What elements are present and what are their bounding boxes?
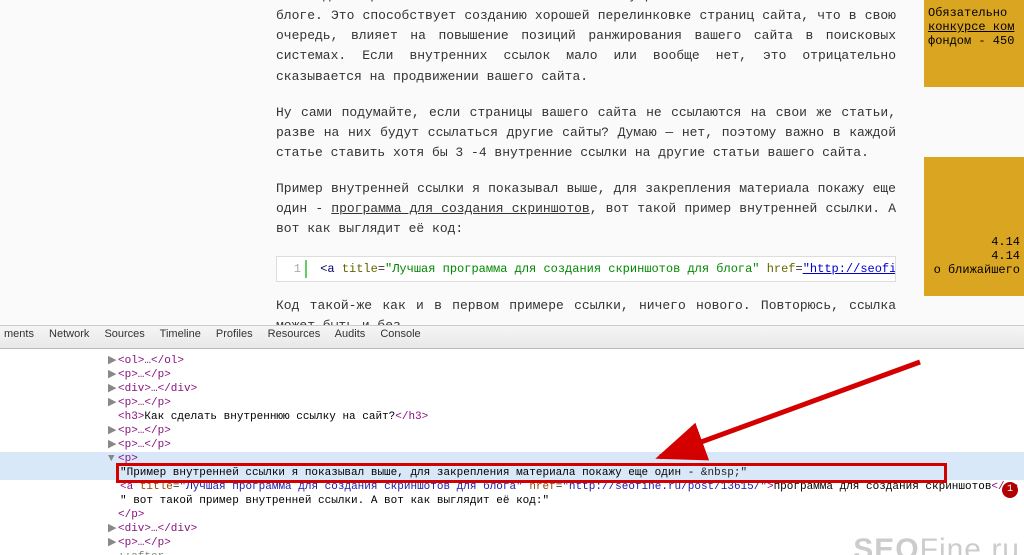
- dom-string: "Лучшая программа для создания скриншото…: [179, 481, 522, 493]
- paragraph: Код такой-же как и в первом примере ссыл…: [276, 296, 896, 325]
- dom-text: программа для создания скриншотов: [774, 481, 992, 493]
- dom-node[interactable]: <p>: [118, 453, 138, 465]
- disclosure-triangle-icon[interactable]: ▼: [108, 452, 118, 466]
- tab-timeline[interactable]: Timeline: [160, 328, 201, 340]
- code-attr: title: [342, 262, 378, 276]
- tab-profiles[interactable]: Profiles: [216, 328, 253, 340]
- article-body: Я всегда стараюсь как можно больше стави…: [276, 0, 896, 325]
- dom-node[interactable]: <p>…</p>: [118, 537, 171, 549]
- dom-attr: title: [140, 481, 173, 493]
- watermark-logo: SEOFine.ru: [853, 543, 1020, 555]
- text: фондом - 450: [928, 34, 1020, 48]
- code-sample: 1 <a title="Лучшая программа для создани…: [276, 256, 896, 283]
- tab-console[interactable]: Console: [380, 328, 420, 340]
- devtools-elements-panel[interactable]: ▶<ol>…</ol> ▶<p>…</p> ▶<div>…</div> ▶<p>…: [0, 349, 1024, 555]
- text: Fine.ru: [920, 533, 1020, 555]
- pseudo-element: ::after: [118, 551, 164, 555]
- dom-attr: href: [529, 481, 555, 493]
- dom-anchor-node[interactable]: <a title="Лучшая программа для создания …: [96, 480, 1018, 494]
- disclosure-triangle-icon[interactable]: ▶: [108, 368, 118, 382]
- tab-elements[interactable]: ments: [4, 328, 34, 340]
- dom-text: "Пример внутренней ссылки я показывал вы…: [120, 467, 694, 479]
- code-url: "http://seofine.ru/po: [803, 262, 896, 276]
- disclosure-triangle-icon[interactable]: ▶: [108, 354, 118, 368]
- code-string: "Лучшая программа для создания скриншото…: [385, 262, 759, 276]
- annotation-badge: 1: [1002, 482, 1018, 498]
- dom-string: "http://seofine.ru/post/13615/": [562, 481, 767, 493]
- dom-node: </h3>: [395, 411, 428, 423]
- text: 4.14: [928, 249, 1020, 263]
- browser-content: Я всегда стараюсь как можно больше стави…: [0, 0, 1024, 325]
- text: 4.14: [928, 235, 1020, 249]
- disclosure-triangle-icon[interactable]: ▶: [108, 522, 118, 536]
- text: о ближайшего: [928, 263, 1020, 277]
- dom-node[interactable]: <p>…</p>: [118, 397, 171, 409]
- dom-tag: <a: [120, 481, 140, 493]
- tab-sources[interactable]: Sources: [104, 328, 144, 340]
- disclosure-triangle-icon[interactable]: ▶: [108, 382, 118, 396]
- dom-node[interactable]: <p>…</p>: [118, 439, 171, 451]
- dom-node[interactable]: <div>…</div>: [118, 383, 197, 395]
- sidebar-widget: 4.14 4.14 о ближайшего: [924, 157, 1024, 296]
- dom-node[interactable]: <div>…</div>: [118, 523, 197, 535]
- text: Обязательно: [928, 6, 1020, 20]
- disclosure-triangle-icon[interactable]: ▶: [108, 396, 118, 410]
- code-attr: href: [767, 262, 796, 276]
- sidebar-widget: Обязательно конкурсе ком фондом - 450: [924, 0, 1024, 87]
- code-tag: <a: [320, 262, 342, 276]
- tab-network[interactable]: Network: [49, 328, 89, 340]
- disclosure-triangle-icon[interactable]: ▶: [108, 424, 118, 438]
- paragraph: Пример внутренней ссылки я показывал выш…: [276, 179, 896, 239]
- disclosure-triangle-icon[interactable]: ▶: [108, 536, 118, 550]
- line-number: 1: [283, 260, 307, 279]
- dom-node[interactable]: </p>: [118, 509, 144, 521]
- dom-text: " вот такой пример внутренней ссылки. А …: [120, 495, 549, 507]
- dom-node[interactable]: <h3>: [118, 411, 144, 423]
- disclosure-triangle-icon[interactable]: ▶: [108, 438, 118, 452]
- dom-text: Как сделать внутреннюю ссылку на сайт?: [144, 411, 395, 423]
- text: SEO: [853, 533, 919, 555]
- dom-node[interactable]: <p>…</p>: [118, 425, 171, 437]
- sidebar: Обязательно конкурсе ком фондом - 450 4.…: [924, 0, 1024, 296]
- dom-node[interactable]: <ol>…</ol>: [118, 355, 184, 367]
- dom-entity: &nbsp;: [701, 467, 741, 479]
- sidebar-link[interactable]: конкурсе ком: [928, 20, 1014, 34]
- paragraph: Ну сами подумайте, если страницы вашего …: [276, 103, 896, 163]
- dom-tag: >: [767, 481, 774, 493]
- tab-resources[interactable]: Resources: [268, 328, 321, 340]
- tab-audits[interactable]: Audits: [335, 328, 366, 340]
- dom-tree[interactable]: ▶<ol>…</ol> ▶<p>…</p> ▶<div>…</div> ▶<p>…: [96, 354, 1018, 555]
- dom-node[interactable]: <p>…</p>: [118, 369, 171, 381]
- devtools-tabbar[interactable]: ments Network Sources Timeline Profiles …: [0, 325, 1024, 349]
- paragraph: Я всегда стараюсь как можно больше стави…: [276, 0, 896, 87]
- inline-link[interactable]: программа для создания скриншотов: [331, 201, 589, 216]
